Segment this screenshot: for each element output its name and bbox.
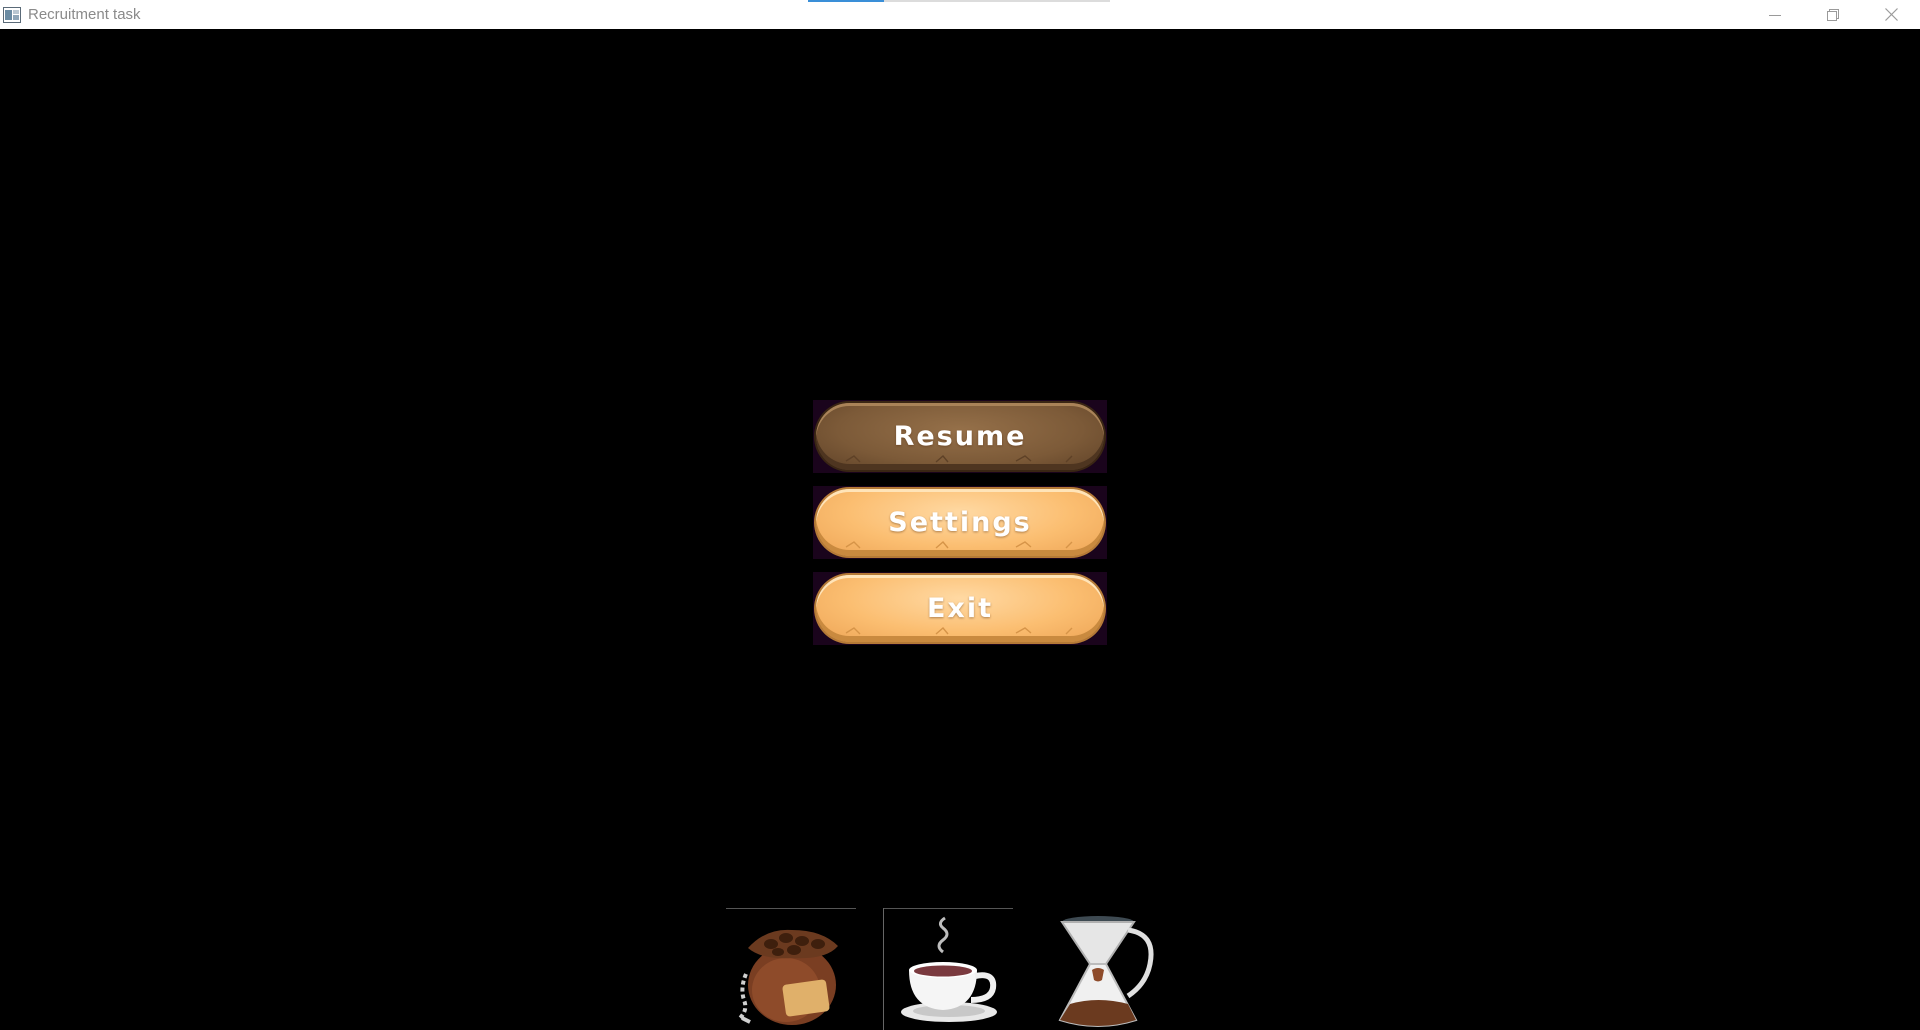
app-icon xyxy=(3,6,21,23)
game-window: Recruitment task Resume Settings Exit xyxy=(0,0,1920,1030)
hotbar-slot-coffee-beans[interactable] xyxy=(726,908,856,1030)
wood-texture-decoration xyxy=(845,455,1073,463)
resume-label: Resume xyxy=(893,421,1027,452)
resume-button-face: Resume xyxy=(816,403,1104,470)
restore-icon xyxy=(1827,8,1839,21)
resume-button[interactable]: Resume xyxy=(813,400,1107,473)
loading-progress-bar xyxy=(808,0,1110,2)
hotbar-slot-coffee-cup[interactable] xyxy=(883,908,1013,1030)
window-controls xyxy=(1746,0,1920,29)
close-icon xyxy=(1884,8,1898,21)
title-bar[interactable]: Recruitment task xyxy=(0,0,1920,29)
loading-progress-fill xyxy=(808,0,884,2)
inventory-hotbar xyxy=(726,908,1162,1030)
pour-over-coffee-maker-icon xyxy=(1058,916,1154,1027)
wood-texture-decoration xyxy=(845,627,1073,635)
hot-coffee-cup-icon xyxy=(901,916,997,1022)
settings-button[interactable]: Settings xyxy=(813,486,1107,559)
window-title: Recruitment task xyxy=(28,6,141,23)
settings-label: Settings xyxy=(888,507,1032,538)
minimize-button[interactable] xyxy=(1746,0,1804,29)
exit-label: Exit xyxy=(926,593,994,624)
exit-button-face: Exit xyxy=(816,575,1104,642)
restore-button[interactable] xyxy=(1804,0,1862,29)
hotbar-slot-coffee-maker[interactable] xyxy=(1040,908,1170,1030)
coffee-bean-sack-icon xyxy=(738,929,838,1025)
minimize-icon xyxy=(1769,14,1781,16)
settings-button-face: Settings xyxy=(816,489,1104,556)
wood-texture-decoration xyxy=(845,541,1073,549)
exit-button[interactable]: Exit xyxy=(813,572,1107,645)
close-button[interactable] xyxy=(1862,0,1920,29)
